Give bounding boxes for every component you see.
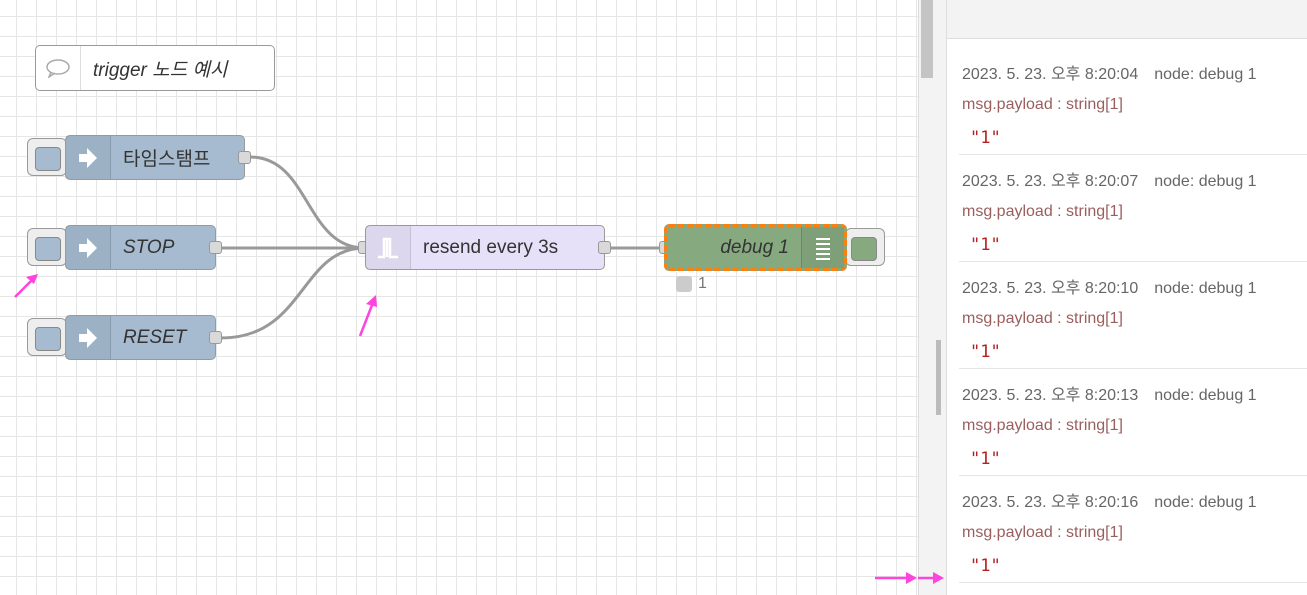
- comment-label: trigger 노드 예시: [93, 59, 228, 81]
- annotation-arrow-icon: [358, 295, 377, 337]
- status-dot-icon: [676, 276, 692, 292]
- message-path: msg.payload : string[1]: [962, 310, 1123, 327]
- debug-message[interactable]: 2023. 5. 23. 오후 8:20:10 node: debug 1 msg…: [959, 262, 1307, 369]
- inject-button-reset[interactable]: [27, 318, 67, 356]
- debug-message[interactable]: 2023. 5. 23. 오후 8:20:13 node: debug 1 msg…: [959, 369, 1307, 476]
- comment-node[interactable]: trigger 노드 예시: [35, 45, 275, 91]
- debug-message-list: 2023. 5. 23. 오후 8:20:04 node: debug 1 msg…: [959, 48, 1307, 583]
- output-port-stop[interactable]: [209, 241, 222, 254]
- debug-status-text: 1: [698, 275, 707, 292]
- message-value: "1": [970, 556, 1001, 576]
- message-node[interactable]: node: debug 1: [1154, 494, 1256, 511]
- debug-message[interactable]: 2023. 5. 23. 오후 8:20:04 node: debug 1 msg…: [959, 48, 1307, 155]
- inject-button-stop[interactable]: [27, 228, 67, 266]
- debug-status: 1: [676, 275, 707, 293]
- debug-message[interactable]: 2023. 5. 23. 오후 8:20:16 node: debug 1 msg…: [959, 476, 1307, 583]
- sidebar-toolbar: [947, 0, 1307, 39]
- message-timestamp: 2023. 5. 23. 오후 8:20:16: [962, 494, 1139, 511]
- inject-label-reset: RESET: [123, 326, 187, 348]
- message-value: "1": [970, 128, 1001, 148]
- message-timestamp: 2023. 5. 23. 오후 8:20:07: [962, 173, 1139, 190]
- message-path: msg.payload : string[1]: [962, 417, 1123, 434]
- trigger-node[interactable]: resend every 3s: [365, 225, 605, 270]
- debug-sidebar: 2023. 5. 23. 오후 8:20:04 node: debug 1 msg…: [946, 0, 1307, 595]
- sidebar-splitter[interactable]: [936, 340, 941, 415]
- debug-label: debug 1: [720, 236, 789, 258]
- speech-bubble-icon: [36, 46, 81, 90]
- arrow-right-icon: [66, 226, 111, 269]
- output-port-reset[interactable]: [209, 331, 222, 344]
- trigger-pulse-icon: [366, 226, 411, 269]
- arrow-right-icon: [66, 316, 111, 359]
- annotation-arrow-icon: [14, 274, 38, 298]
- trigger-label: resend every 3s: [423, 236, 559, 258]
- debug-message[interactable]: 2023. 5. 23. 오후 8:20:07 node: debug 1 msg…: [959, 155, 1307, 262]
- message-node[interactable]: node: debug 1: [1154, 387, 1256, 404]
- inject-label-stop: STOP: [123, 236, 175, 258]
- message-node[interactable]: node: debug 1: [1154, 280, 1256, 297]
- inject-node-stop[interactable]: STOP: [65, 225, 216, 270]
- list-lines-icon: [801, 227, 844, 268]
- wire-timestamp-to-trigger[interactable]: [249, 155, 366, 250]
- arrow-right-icon: [66, 136, 111, 179]
- workspace-scrollbar[interactable]: [918, 0, 947, 595]
- message-node[interactable]: node: debug 1: [1154, 173, 1256, 190]
- message-timestamp: 2023. 5. 23. 오후 8:20:13: [962, 387, 1139, 404]
- message-node[interactable]: node: debug 1: [1154, 66, 1256, 83]
- message-path: msg.payload : string[1]: [962, 203, 1123, 220]
- annotation-arrow-icon: [918, 572, 944, 584]
- message-path: msg.payload : string[1]: [962, 96, 1123, 113]
- message-path: msg.payload : string[1]: [962, 524, 1123, 541]
- flow-workspace[interactable]: trigger 노드 예시 타임스탬프 STOP RESET resend ev…: [0, 0, 918, 595]
- inject-button-timestamp[interactable]: [27, 138, 67, 176]
- message-value: "1": [970, 342, 1001, 362]
- message-timestamp: 2023. 5. 23. 오후 8:20:04: [962, 66, 1139, 83]
- inject-node-timestamp[interactable]: 타임스탬프: [65, 135, 245, 180]
- output-port-trigger[interactable]: [598, 241, 611, 254]
- workspace-scrollbar-thumb[interactable]: [921, 0, 933, 78]
- inject-node-reset[interactable]: RESET: [65, 315, 216, 360]
- message-timestamp: 2023. 5. 23. 오후 8:20:10: [962, 280, 1139, 297]
- output-port-timestamp[interactable]: [238, 151, 251, 164]
- annotation-arrow-icon: [875, 572, 917, 584]
- message-value: "1": [970, 235, 1001, 255]
- inject-label-timestamp: 타임스탬프: [123, 149, 211, 170]
- debug-node[interactable]: debug 1: [664, 224, 847, 271]
- message-value: "1": [970, 449, 1001, 469]
- wire-reset-to-trigger[interactable]: [220, 246, 366, 340]
- debug-toggle-button[interactable]: [845, 228, 885, 266]
